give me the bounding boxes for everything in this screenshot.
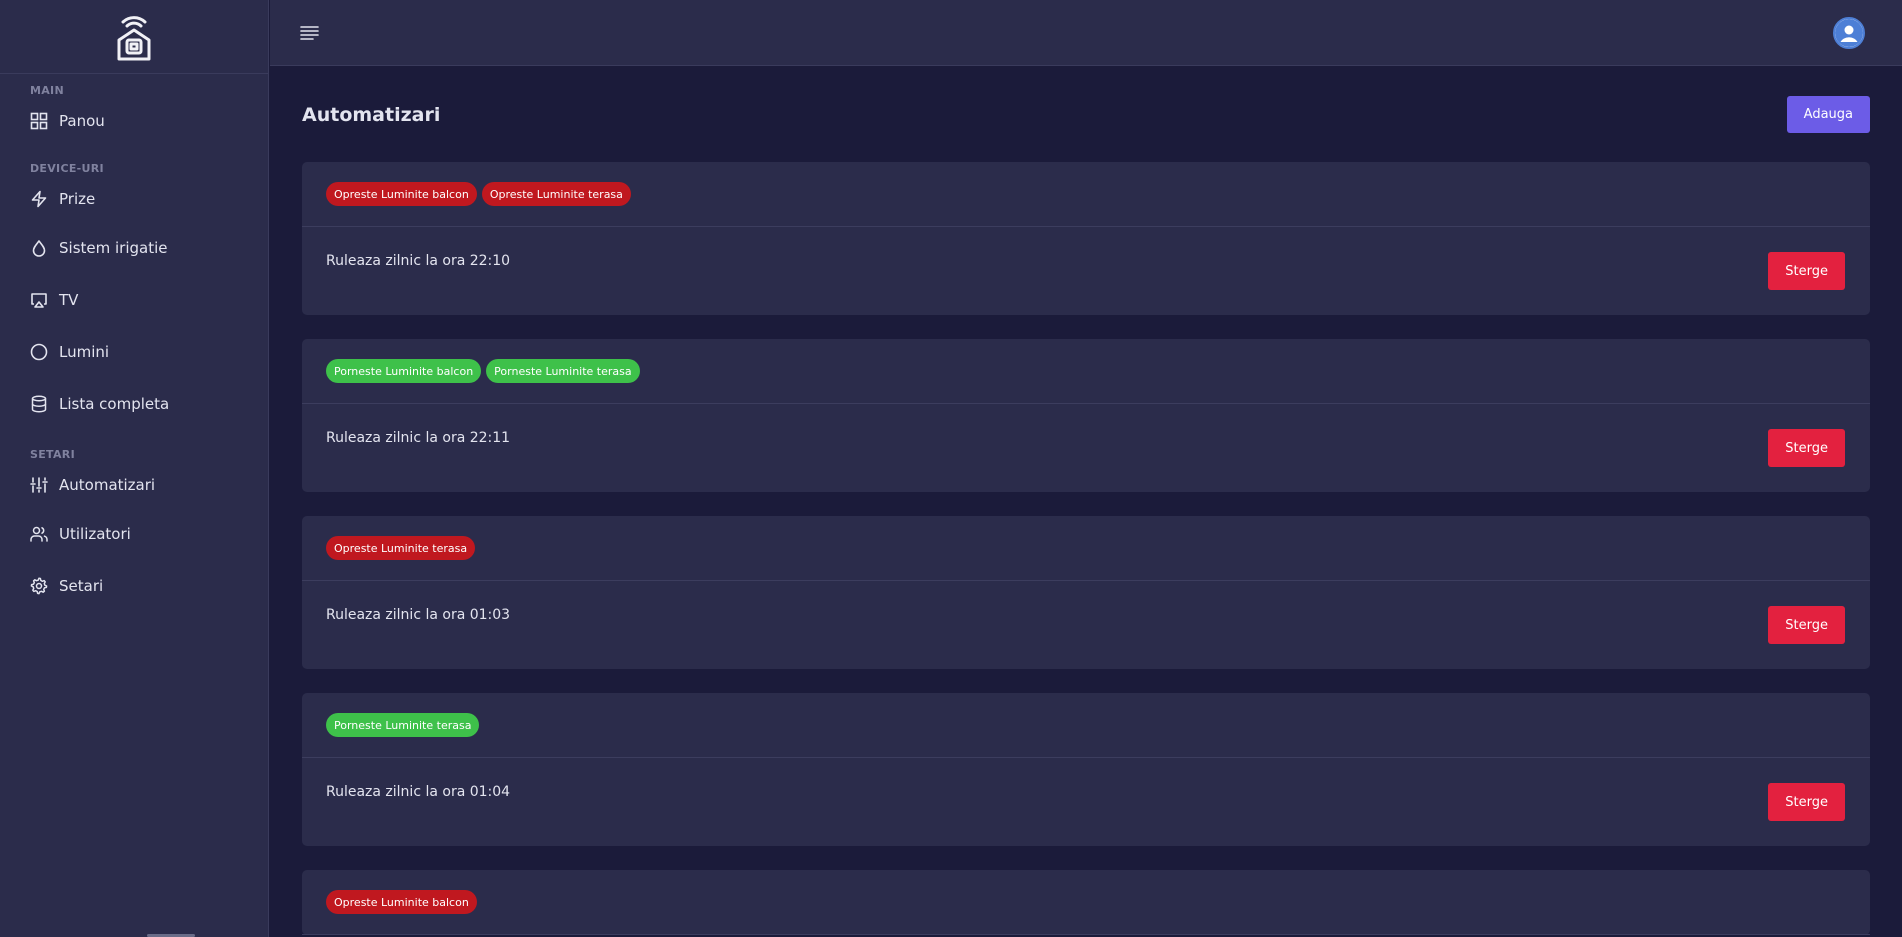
- nav-section-main: MAIN: [30, 84, 64, 97]
- automation-card: Porneste Luminite terasa Ruleaza zilnic …: [302, 693, 1870, 846]
- automation-schedule: Ruleaza zilnic la ora 22:10: [326, 253, 511, 269]
- droplet-icon: [30, 239, 48, 257]
- users-icon: [30, 525, 48, 543]
- delete-automation-button[interactable]: Sterge: [1768, 783, 1845, 821]
- sidebar-item-label: Prize: [59, 190, 96, 208]
- user-avatar-icon[interactable]: [1833, 17, 1865, 49]
- nav-section-devices: DEVICE-URI: [30, 162, 104, 175]
- add-automation-button[interactable]: Adauga: [1786, 96, 1870, 133]
- automation-card: Opreste Luminite balcon: [302, 870, 1870, 935]
- topbar: [270, 0, 1902, 66]
- delete-automation-button[interactable]: Sterge: [1768, 606, 1845, 644]
- automation-actions: Opreste Luminite terasa: [302, 516, 1870, 581]
- automation-actions: Opreste Luminite balcon: [302, 870, 1870, 935]
- action-badge: Opreste Luminite balcon: [326, 890, 477, 914]
- action-badge: Opreste Luminite terasa: [326, 536, 476, 560]
- action-badge: Porneste Luminite balcon: [326, 359, 482, 383]
- automation-card: Opreste Luminite terasa Ruleaza zilnic l…: [302, 516, 1870, 669]
- sidebar-item-utilizatori[interactable]: Utilizatori: [0, 508, 268, 560]
- action-badge: Opreste Luminite balcon: [326, 182, 477, 206]
- sidebar-item-label: Lista completa: [59, 395, 170, 413]
- lightning-icon: [30, 190, 48, 208]
- sidebar-item-automatizari[interactable]: Automatizari: [0, 462, 268, 508]
- sidebar-item-tv[interactable]: TV: [0, 274, 268, 326]
- sidebar-item-panou[interactable]: Panou: [0, 98, 268, 144]
- automation-schedule: Ruleaza zilnic la ora 01:04: [326, 784, 511, 800]
- main-content: Automatizari Adauga Opreste Luminite bal…: [270, 67, 1902, 937]
- sidebar-item-label: Automatizari: [59, 476, 156, 494]
- page-title: Automatizari: [302, 103, 441, 126]
- action-badge: Opreste Luminite terasa: [481, 182, 631, 206]
- delete-automation-button[interactable]: Sterge: [1768, 429, 1845, 467]
- menu-icon[interactable]: [299, 24, 321, 42]
- automation-actions: Porneste Luminite terasa: [302, 693, 1870, 758]
- sidebar-item-label: TV: [59, 291, 79, 309]
- action-badge: Porneste Luminite terasa: [486, 359, 640, 383]
- tv-icon: [30, 291, 48, 309]
- sidebar-item-setari[interactable]: Setari: [0, 560, 268, 612]
- grid-icon: [30, 112, 48, 130]
- sidebar-item-label: Panou: [59, 112, 105, 130]
- automation-actions: Opreste Luminite balcon Opreste Luminite…: [302, 162, 1870, 227]
- sidebar-item-label: Utilizatori: [59, 525, 131, 543]
- sidebar-item-label: Setari: [59, 577, 104, 595]
- sidebar-item-label: Lumini: [59, 343, 110, 361]
- sidebar: MAIN Panou DEVICE-URI Prize Sistem iriga…: [0, 0, 269, 937]
- circle-icon: [30, 343, 48, 361]
- automation-schedule: Ruleaza zilnic la ora 01:03: [326, 607, 511, 623]
- database-icon: [30, 395, 48, 413]
- sliders-icon: [30, 476, 48, 494]
- automation-body: Ruleaza zilnic la ora 22:10 Sterge: [302, 227, 1870, 315]
- action-badge: Porneste Luminite terasa: [326, 713, 480, 737]
- automation-schedule: Ruleaza zilnic la ora 22:11: [326, 430, 511, 446]
- automation-card: Porneste Luminite balcon Porneste Lumini…: [302, 339, 1870, 492]
- page-header: Automatizari Adauga: [302, 67, 1870, 162]
- gear-icon: [30, 577, 48, 595]
- nav-section-setari: SETARI: [30, 448, 75, 461]
- automation-body: Ruleaza zilnic la ora 01:03 Sterge: [302, 581, 1870, 669]
- smart-home-chip-icon: [117, 15, 151, 60]
- brand-logo[interactable]: [0, 0, 268, 74]
- automation-body: Ruleaza zilnic la ora 01:04 Sterge: [302, 758, 1870, 846]
- automation-actions: Porneste Luminite balcon Porneste Lumini…: [302, 339, 1870, 404]
- sidebar-item-label: Sistem irigatie: [59, 239, 168, 257]
- sidebar-item-prize[interactable]: Prize: [0, 176, 268, 222]
- automation-body: Ruleaza zilnic la ora 22:11 Sterge: [302, 404, 1870, 492]
- sidebar-item-lumini[interactable]: Lumini: [0, 326, 268, 378]
- sidebar-item-sistem-irigatie[interactable]: Sistem irigatie: [0, 222, 268, 274]
- delete-automation-button[interactable]: Sterge: [1768, 252, 1845, 290]
- sidebar-item-lista-completa[interactable]: Lista completa: [0, 378, 268, 430]
- automation-card: Opreste Luminite balcon Opreste Luminite…: [302, 162, 1870, 315]
